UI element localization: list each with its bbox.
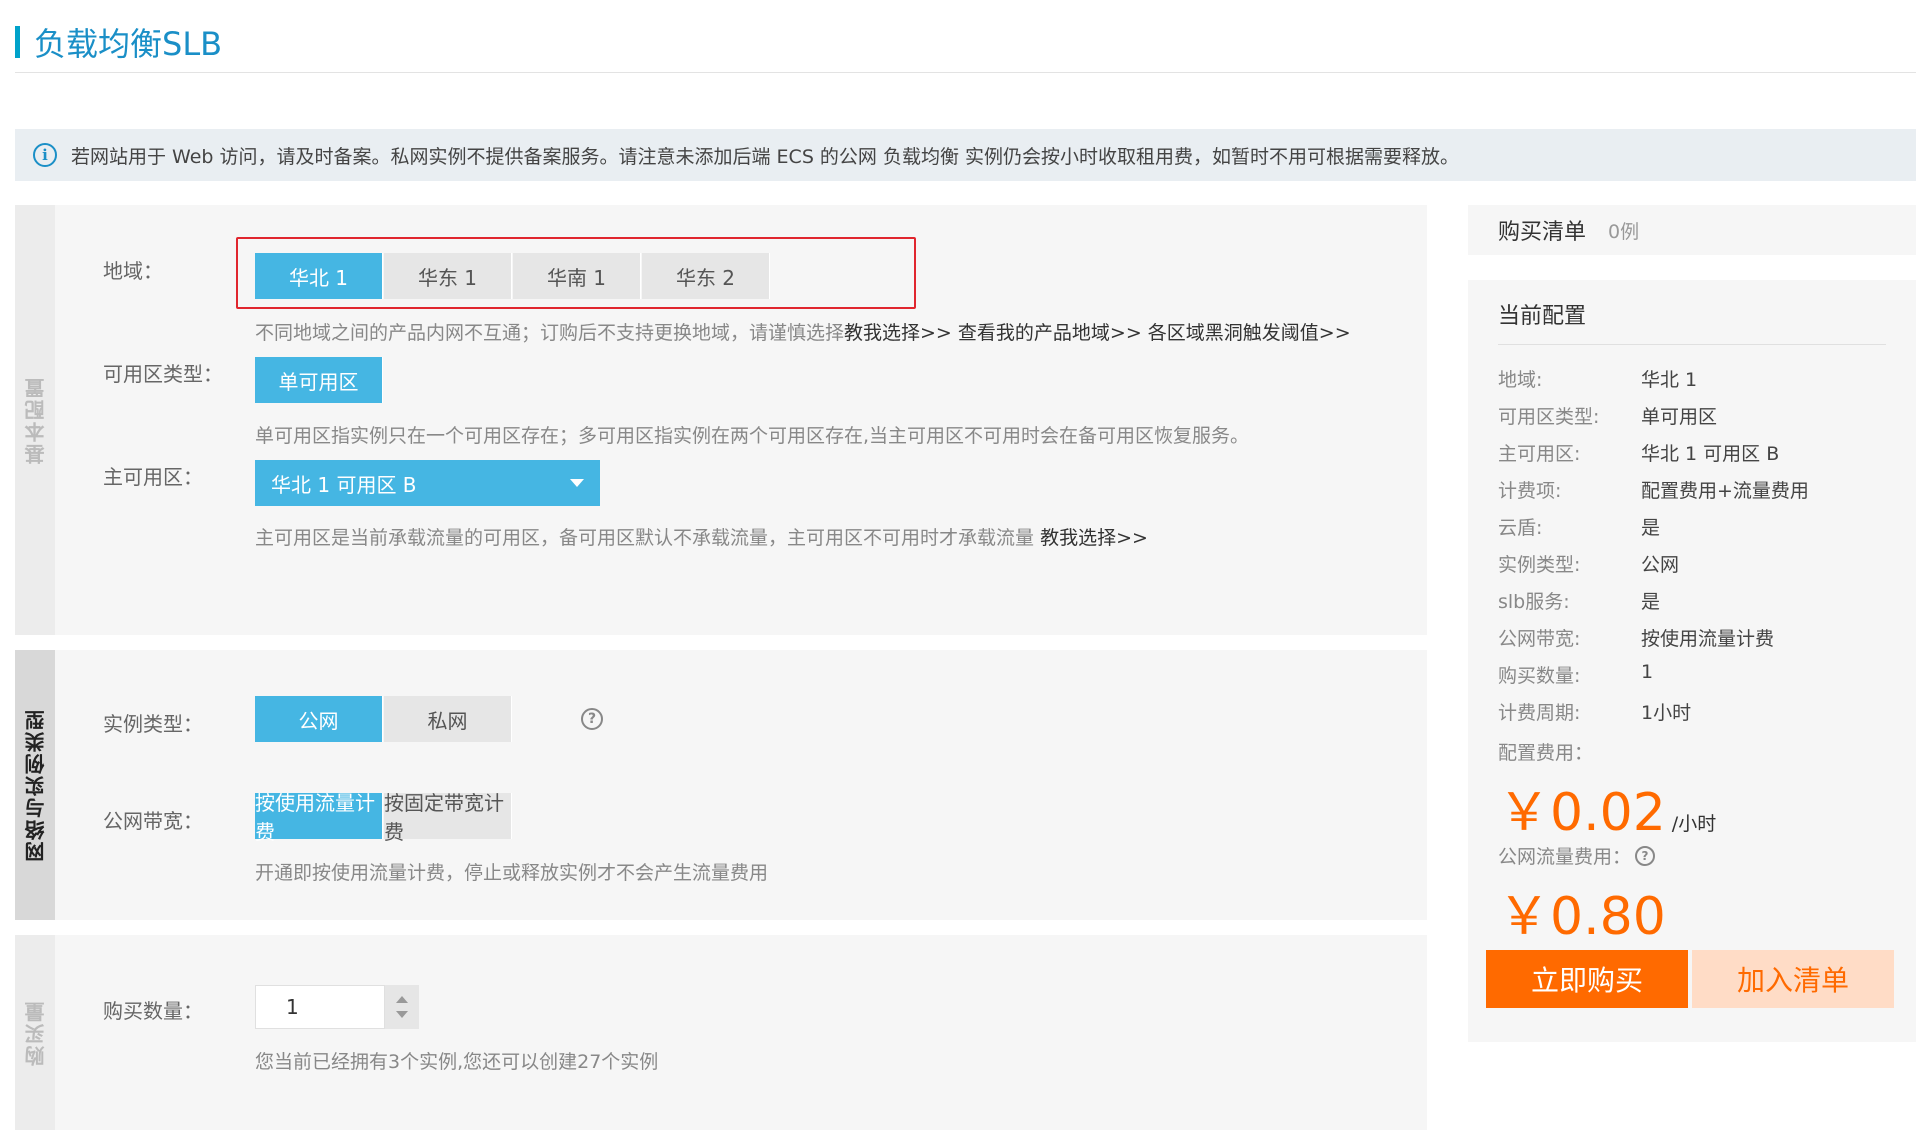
cart-title: 购买清单 <box>1498 220 1587 245</box>
config-fee-price: ￥0.02 /小时 <box>1498 770 1716 845</box>
quantity-label: 购买数量： <box>103 999 203 1023</box>
current-config-title: 当前配置 <box>1498 304 1587 329</box>
basic-config-side: 基本配置 <box>15 205 55 635</box>
config-value: 1 <box>1641 661 1654 683</box>
config-key: 云盾: <box>1498 517 1543 539</box>
chevron-up-icon[interactable] <box>396 996 408 1003</box>
config-row: slb服务: 是 <box>1498 587 1660 614</box>
config-key: 可用区类型: <box>1498 406 1600 428</box>
config-row: 实例类型: 公网 <box>1498 550 1679 577</box>
info-icon: i <box>33 143 57 167</box>
config-row: 计费项: 配置费用+流量费用 <box>1498 476 1809 503</box>
config-value: 华北 1 可用区 B <box>1641 443 1780 465</box>
buy-now-button[interactable]: 立即购买 <box>1486 950 1688 1008</box>
config-key: 公网带宽: <box>1498 628 1581 650</box>
main-zone-hint: 主可用区是当前承载流量的可用区，备可用区默认不承载流量，主可用区不可用时才承载流… <box>255 523 1148 550</box>
config-key: 地域: <box>1498 369 1543 391</box>
purchase-section: 购买量 购买数量： 您当前已经拥有3个实例,您还可以创建27个实例 <box>15 935 1427 1130</box>
config-key: 购买数量: <box>1498 665 1581 687</box>
region-help-link[interactable]: 教我选择>> <box>844 322 952 344</box>
bandwidth-hint: 开通即按使用流量计费，停止或释放实例才不会产生流量费用 <box>255 862 769 884</box>
network-side-label: 网络与实例类型 <box>23 708 48 862</box>
traffic-fee-label-row: 公网流量费用： ? <box>1498 842 1656 869</box>
config-value: 单可用区 <box>1641 406 1718 428</box>
config-key: 实例类型: <box>1498 554 1581 576</box>
region-hint-text: 不同地域之间的产品内网不互通；订购后不支持更换地域，请谨慎选择 <box>255 322 845 344</box>
main-zone-hint-text: 主可用区是当前承载流量的可用区，备可用区默认不承载流量，主可用区不可用时才承载流… <box>255 527 1035 549</box>
config-value: 公网 <box>1641 554 1680 576</box>
config-value: 按使用流量计费 <box>1641 628 1775 650</box>
main-zone-label: 主可用区： <box>103 465 203 489</box>
my-regions-link[interactable]: 查看我的产品地域>> <box>958 322 1142 344</box>
region-option-south1[interactable]: 华南 1 <box>513 253 641 299</box>
notice-text: 若网站用于 Web 访问，请及时备案。私网实例不提供备案服务。请注意未添加后端 … <box>71 145 1459 168</box>
region-option-north1[interactable]: 华北 1 <box>255 253 383 299</box>
config-value: 是 <box>1641 517 1661 539</box>
config-row: 地域: 华北 1 <box>1498 365 1697 392</box>
chevron-down-icon[interactable] <box>396 1011 408 1018</box>
config-value: 配置费用+流量费用 <box>1641 480 1809 502</box>
network-side: 网络与实例类型 <box>15 650 55 920</box>
traffic-fee-label: 公网流量费用： <box>1498 846 1632 868</box>
purchase-side: 购买量 <box>15 935 55 1130</box>
title-accent-bar <box>15 26 20 58</box>
config-row: 可用区类型: 单可用区 <box>1498 402 1717 429</box>
main-zone-value: 华北 1 可用区 B <box>271 472 417 497</box>
blackhole-threshold-link[interactable]: 各区域黑洞触发阈值>> <box>1148 322 1351 344</box>
basic-config-side-label: 基本配置 <box>23 376 48 464</box>
instance-type-label: 实例类型： <box>103 712 203 736</box>
config-value: 1小时 <box>1641 702 1692 724</box>
config-key: 主可用区: <box>1498 443 1581 465</box>
region-option-east2[interactable]: 华东 2 <box>642 253 770 299</box>
add-to-cart-button[interactable]: 加入清单 <box>1692 950 1894 1008</box>
traffic-fee-price: ￥0.80 <box>1498 874 1666 949</box>
config-key: 计费周期: <box>1498 702 1581 724</box>
instance-type-private[interactable]: 私网 <box>384 696 512 742</box>
title-divider <box>15 72 1916 73</box>
quantity-hint: 您当前已经拥有3个实例,您还可以创建27个实例 <box>255 1051 659 1073</box>
question-icon[interactable]: ? <box>1635 845 1656 866</box>
config-fee-value: ￥0.02 <box>1498 783 1666 843</box>
quantity-stepper <box>255 985 419 1029</box>
region-label: 地域： <box>103 259 163 283</box>
bandwidth-fixed[interactable]: 按固定带宽计费 <box>384 791 512 844</box>
region-option-east1[interactable]: 华东 1 <box>384 253 512 299</box>
quantity-input[interactable] <box>255 985 385 1029</box>
config-divider <box>1498 344 1886 345</box>
bandwidth-label: 公网带宽： <box>103 809 203 833</box>
config-row: 购买数量: 1 <box>1498 661 1653 688</box>
quantity-arrows <box>385 985 419 1029</box>
config-fee-unit: /小时 <box>1671 813 1717 835</box>
config-fee-label: 配置费用： <box>1498 742 1594 764</box>
cart-header[interactable]: 购买清单 0例 <box>1468 205 1916 255</box>
chevron-down-icon <box>570 479 584 487</box>
basic-config-section: 基本配置 地域： 华北 1 华东 1 华南 1 华东 2 不同地域之间的产品内网… <box>15 205 1427 635</box>
config-row: 云盾: 是 <box>1498 513 1660 540</box>
page-title: 负载均衡SLB <box>15 22 223 63</box>
traffic-fee-value: ￥0.80 <box>1498 887 1666 947</box>
config-row: 计费周期: 1小时 <box>1498 698 1691 725</box>
main-zone-select[interactable]: 华北 1 可用区 B <box>255 460 600 506</box>
page-title-text: 负载均衡SLB <box>34 25 223 63</box>
zone-type-label: 可用区类型： <box>103 362 223 386</box>
cart-count: 0例 <box>1608 220 1640 243</box>
config-value: 华北 1 <box>1641 369 1698 391</box>
region-hint: 不同地域之间的产品内网不互通；订购后不支持更换地域，请谨慎选择教我选择>> 查看… <box>255 318 1351 345</box>
network-section: 网络与实例类型 实例类型： 公网 私网 ? 公网带宽： 按使用流量计费 按固定带… <box>15 650 1427 920</box>
notice-banner: i 若网站用于 Web 访问，请及时备案。私网实例不提供备案服务。请注意未添加后… <box>15 129 1916 181</box>
config-row: 主可用区: 华北 1 可用区 B <box>1498 439 1779 466</box>
config-key: 计费项: <box>1498 480 1562 502</box>
current-config-panel: 当前配置 地域: 华北 1 可用区类型: 单可用区 主可用区: 华北 1 可用区 B … <box>1468 280 1916 1042</box>
instance-type-public[interactable]: 公网 <box>255 696 383 742</box>
question-icon[interactable]: ? <box>581 708 603 730</box>
zone-type-hint: 单可用区指实例只在一个可用区存在；多可用区指实例在两个可用区存在,当主可用区不可… <box>255 425 1250 447</box>
zone-type-single[interactable]: 单可用区 <box>255 357 383 403</box>
main-zone-help-link[interactable]: 教我选择>> <box>1040 527 1148 549</box>
config-key: slb服务: <box>1498 591 1570 613</box>
bandwidth-by-traffic[interactable]: 按使用流量计费 <box>255 791 383 844</box>
config-value: 是 <box>1641 591 1661 613</box>
purchase-side-label: 购买量 <box>23 999 48 1066</box>
config-row: 公网带宽: 按使用流量计费 <box>1498 624 1774 651</box>
